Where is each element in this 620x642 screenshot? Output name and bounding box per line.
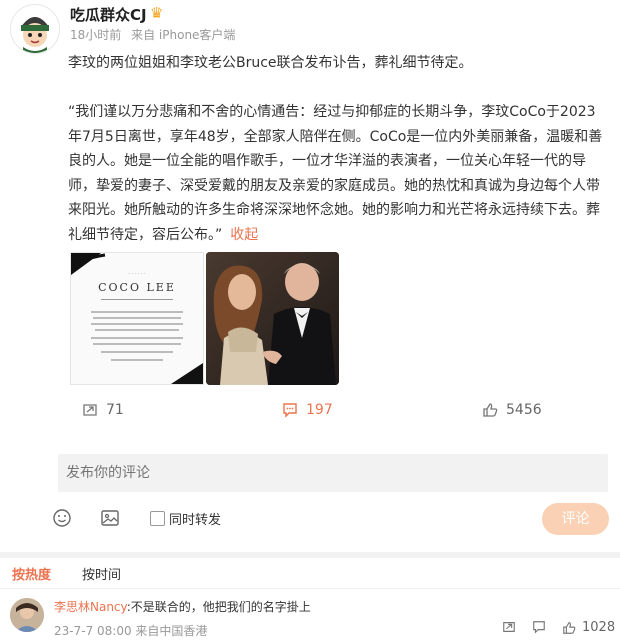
post-text-quote: “我们谨以万分悲痛和不舍的心情通告：经过与抑郁症的长期斗争，李玟CoCo于202… bbox=[68, 100, 608, 247]
thumbs-up-icon bbox=[563, 621, 576, 634]
post-time[interactable]: 18小时前 bbox=[70, 28, 121, 42]
submit-comment-button[interactable]: 评论 bbox=[542, 503, 609, 535]
comment-content: 李思林Nancy:不是联合的，他把我们的名字掛上 bbox=[54, 598, 311, 615]
repost-checkbox[interactable] bbox=[150, 511, 165, 526]
author-avatar[interactable] bbox=[10, 4, 60, 54]
comment-button[interactable]: 197 bbox=[282, 402, 333, 418]
comment-meta: 23-7-7 08:00 来自中国香港 bbox=[54, 624, 208, 638]
image-upload-icon[interactable] bbox=[100, 508, 120, 532]
comment-input[interactable] bbox=[58, 454, 608, 492]
post-meta: 18小时前 来自 iPhone客户端 bbox=[70, 26, 241, 43]
comment-reply-icon[interactable] bbox=[532, 620, 546, 634]
commenter-name[interactable]: 李思林Nancy bbox=[54, 600, 127, 614]
repost-icon bbox=[82, 402, 98, 418]
like-count: 5456 bbox=[506, 402, 542, 418]
notice-title: COCO LEE bbox=[98, 281, 176, 294]
comment-icon bbox=[282, 402, 298, 418]
tab-divider bbox=[0, 588, 620, 589]
section-divider bbox=[0, 552, 620, 558]
repost-button[interactable]: 71 bbox=[82, 402, 124, 418]
comment-count: 197 bbox=[306, 402, 333, 418]
emoji-icon[interactable] bbox=[52, 508, 72, 532]
post-source: 来自 iPhone客户端 bbox=[131, 28, 236, 42]
thumbs-up-icon bbox=[482, 402, 498, 418]
like-button[interactable]: 5456 bbox=[482, 402, 542, 418]
collapse-link[interactable]: 收起 bbox=[230, 227, 258, 243]
svg-text:· · · · · ·: · · · · · · bbox=[128, 271, 146, 277]
repost-count: 71 bbox=[106, 402, 124, 418]
author-name[interactable]: 吃瓜群众CJ bbox=[70, 4, 147, 25]
post-text-intro: 李玟的两位姐姐和李玟老公Bruce联合发布讣告，葬礼细节待定。 bbox=[68, 55, 473, 71]
comment-like-button[interactable]: 1028 bbox=[562, 620, 615, 635]
tab-sort-hot[interactable]: 按热度 bbox=[12, 564, 51, 583]
comment-like-count: 1028 bbox=[582, 620, 616, 635]
commenter-avatar[interactable] bbox=[10, 598, 44, 632]
repost-checkbox-label[interactable]: 同时转发 bbox=[169, 509, 221, 528]
post-quote-body: “我们谨以万分悲痛和不舍的心情通告：经过与抑郁症的长期斗争，李玟CoCo于202… bbox=[68, 104, 603, 243]
tab-sort-time[interactable]: 按时间 bbox=[82, 564, 121, 583]
couple-photo-image[interactable] bbox=[206, 252, 339, 385]
comment-share-icon[interactable] bbox=[502, 620, 516, 634]
obituary-notice-image[interactable]: · · · · · · COCO LEE bbox=[70, 252, 204, 385]
crown-icon: ♛ bbox=[150, 4, 164, 22]
comment-text: :不是联合的，他把我们的名字掛上 bbox=[126, 600, 311, 614]
